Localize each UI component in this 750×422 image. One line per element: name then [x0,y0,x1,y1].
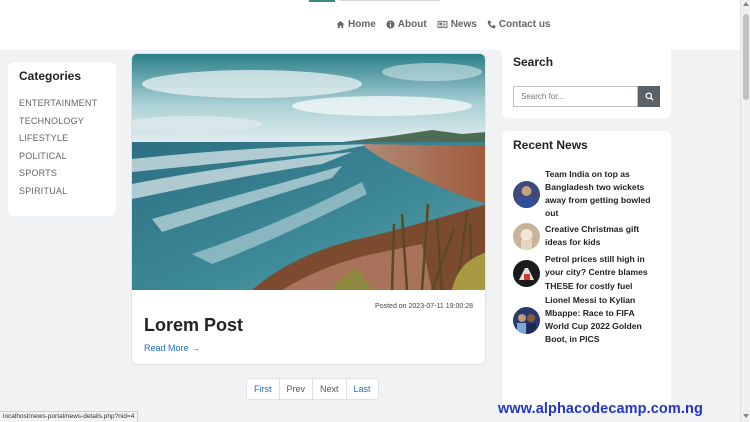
home-icon [336,20,345,29]
page-first-button[interactable]: First [247,379,280,399]
search-title: Search [513,55,554,69]
recent-news-card: Recent News Team India on top as Banglad… [502,131,671,411]
category-technology[interactable]: TECHNOLOGY [19,116,105,134]
news-item[interactable]: Creative Christmas gift ideas for kids [513,220,660,252]
newspaper-icon [437,20,448,29]
info-icon [386,20,395,29]
page-next-button[interactable]: Next [313,379,347,399]
news-thumbnail[interactable] [513,306,540,334]
scroll-up-arrow-icon[interactable] [743,2,749,6]
page-last-button[interactable]: Last [347,379,378,399]
nav-divider [340,0,440,1]
category-political[interactable]: POLITICAL [19,151,105,169]
phone-icon [487,20,496,29]
news-thumbnail[interactable] [513,222,540,250]
news-item-text[interactable]: Creative Christmas gift ideas for kids [545,223,660,249]
nav-active-indicator [309,0,335,2]
news-item[interactable]: Team India on top as Bangladesh two wick… [513,168,660,220]
nav-item-contact[interactable]: Contact us [487,19,551,30]
categories-title: Categories [19,69,82,83]
post-title: Lorem Post [144,315,244,335]
news-item-text[interactable]: Team India on top as Bangladesh two wick… [545,168,660,221]
read-more-link[interactable]: Read More → [144,343,200,353]
nav-item-home[interactable]: Home [336,19,376,30]
search-row [513,86,660,107]
nav-label-home: Home [348,19,376,30]
news-item-text[interactable]: Petrol prices still high in your city? C… [545,253,660,293]
recent-news-title: Recent News [513,138,588,152]
news-item-text[interactable]: Lionel Messi to Kylian Mbappe: Race to F… [545,294,660,347]
page-prev-button[interactable]: Prev [280,379,314,399]
scroll-thumb[interactable] [743,14,749,100]
news-thumbnail[interactable] [513,259,540,287]
nav-item-about[interactable]: About [386,19,427,30]
category-lifestyle[interactable]: LIFESTYLE [19,133,105,151]
nav-label-about: About [397,19,427,30]
top-navbar: Home About News Contact us [0,0,740,50]
nav-label-news: News [450,19,477,30]
categories-card: Categories ENTERTAINMENT TECHNOLOGY LIFE… [8,62,116,216]
news-thumbnail[interactable] [513,180,540,208]
category-spiritual[interactable]: SPIRITUAL [19,186,105,204]
category-sports[interactable]: SPORTS [19,168,105,186]
search-button[interactable] [638,86,660,107]
post-card: Posted on 2023-07-11 19:00:28 Lorem Post… [131,53,486,365]
browser-status-url: localhost/news-portal/news-details.php?n… [0,411,139,422]
news-item[interactable]: Petrol prices still high in your city? C… [513,252,660,294]
nav-label-contact: Contact us [498,19,551,30]
recent-news-list: Team India on top as Bangladesh two wick… [513,168,660,346]
nav-item-news[interactable]: News [437,19,477,30]
search-input[interactable] [513,86,638,107]
search-icon [644,92,654,101]
pagination: First Prev Next Last [246,378,379,400]
main-nav: Home About News Contact us [336,19,550,30]
page-scrollbar[interactable] [740,0,750,422]
post-date: Posted on 2023-07-11 19:00:28 [375,303,473,310]
categories-list: ENTERTAINMENT TECHNOLOGY LIFESTYLE POLIT… [19,98,105,204]
search-card: Search [502,44,671,118]
post-image-beach[interactable] [132,54,486,290]
site-watermark: www.alphacodecamp.com.ng [498,401,703,417]
scroll-down-arrow-icon[interactable] [743,414,749,418]
news-item[interactable]: Lionel Messi to Kylian Mbappe: Race to F… [513,294,660,346]
category-entertainment[interactable]: ENTERTAINMENT [19,98,105,116]
